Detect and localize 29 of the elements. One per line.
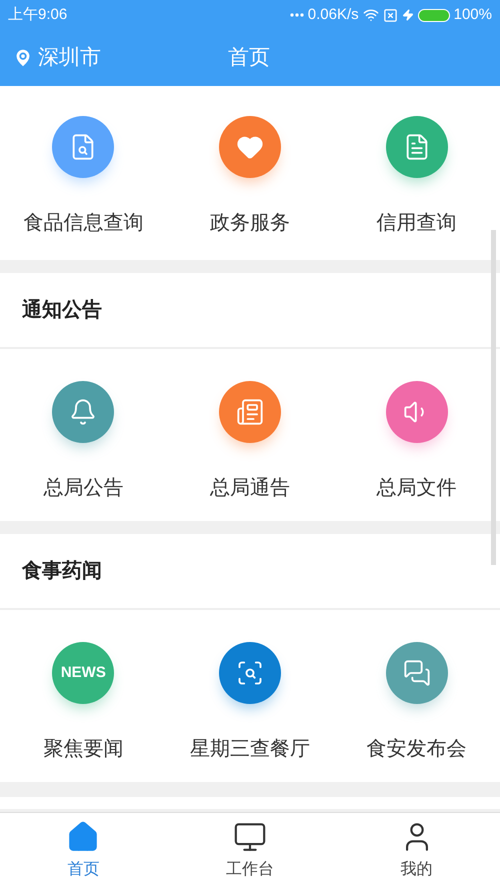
wifi-icon: [362, 7, 379, 23]
menu-item-label[interactable]: 聚焦要闻: [43, 734, 124, 764]
tab[interactable]: 工作台: [166, 813, 334, 889]
sim-icon: [382, 8, 398, 22]
page-title: 首页: [228, 45, 270, 72]
news-label: NEWS: [60, 662, 106, 683]
charging-icon: [402, 9, 414, 21]
section-title: 通知公告: [22, 298, 102, 323]
menu-item-label[interactable]: 信用查询: [376, 208, 457, 238]
menu-item-label[interactable]: 食品信息查询: [23, 208, 144, 238]
menu-item-label[interactable]: 总局通告: [210, 473, 290, 503]
network-speed: 0.06K/s: [308, 4, 359, 25]
bell-icon: [69, 398, 98, 426]
battery-icon: [418, 8, 450, 22]
newspaper-icon: [236, 398, 264, 426]
monitor-icon: [232, 820, 267, 854]
menu-item-label[interactable]: 星期三查餐厅: [190, 734, 310, 764]
dots-icon: [290, 13, 304, 17]
battery-percent: 100%: [454, 4, 492, 25]
menu-item-label[interactable]: 总局文件: [376, 473, 457, 503]
tab[interactable]: 我的: [333, 813, 500, 889]
menu-item-label[interactable]: 总局公告: [43, 473, 124, 503]
menu-item-label[interactable]: 食安发布会: [366, 734, 467, 764]
tab[interactable]: 首页: [0, 813, 167, 889]
chat-icon: [402, 659, 431, 687]
scan-search-icon: [236, 659, 264, 687]
status-time: 上午9:06: [8, 4, 68, 25]
section-title: 食事药闻: [22, 559, 102, 584]
menu-item-label[interactable]: 政务服务: [210, 208, 290, 238]
